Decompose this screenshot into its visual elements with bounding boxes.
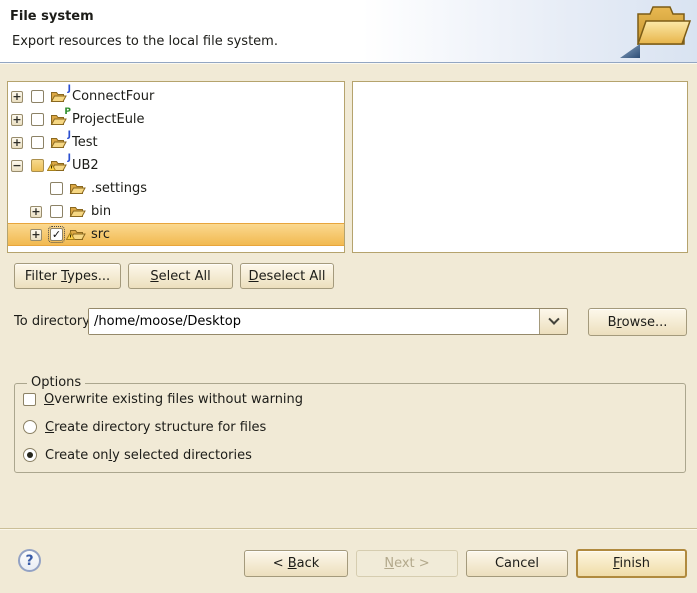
next-button-key: N: [384, 556, 394, 571]
tree-indent: [30, 182, 43, 195]
tree-item-projecteule[interactable]: +PProjectEule: [8, 108, 344, 131]
finish-button[interactable]: Finish: [576, 549, 687, 578]
directory-input[interactable]: [89, 309, 539, 334]
next-button: Next >: [356, 550, 458, 577]
overwrite-label-key: O: [44, 392, 54, 407]
create-selected-label[interactable]: Create only selected directories: [45, 448, 252, 463]
select-all-button[interactable]: Select All: [128, 263, 233, 289]
overwrite-checkbox[interactable]: [23, 393, 36, 406]
filter-types-button-pre: Filter: [25, 269, 61, 284]
expand-icon[interactable]: +: [11, 137, 23, 149]
expand-icon[interactable]: +: [11, 91, 23, 103]
tree-item-label: ProjectEule: [72, 112, 145, 127]
overwrite-label-post: verwrite existing files without warning: [54, 392, 303, 407]
bin-checkbox[interactable]: [50, 205, 63, 218]
overwrite-option-row: Overwrite existing files without warning: [23, 391, 303, 407]
options-group-label: Options: [27, 375, 85, 390]
footer-separator: [0, 528, 697, 529]
collapse-icon[interactable]: −: [11, 160, 23, 172]
expand-icon[interactable]: +: [30, 206, 42, 218]
tree-item-label: src: [91, 227, 110, 242]
tree-item-settings[interactable]: .settings: [8, 177, 344, 200]
tree-item-label: ConnectFour: [72, 89, 154, 104]
java-project-folder-icon: J: [50, 158, 67, 173]
expand-icon[interactable]: +: [30, 229, 42, 241]
projecteule-checkbox[interactable]: [31, 113, 44, 126]
deselect-all-button[interactable]: Deselect All: [240, 263, 334, 289]
tree-item-connectfour[interactable]: +JConnectFour: [8, 85, 344, 108]
java-project-folder-icon: J: [50, 89, 67, 104]
chevron-down-icon: [548, 314, 559, 325]
filter-types-button-post: ypes...: [67, 269, 110, 284]
file-list-panel[interactable]: [352, 81, 688, 253]
tree-item-ub2[interactable]: −JUB2: [8, 154, 344, 177]
create-structure-label-post: reate directory structure for files: [54, 420, 266, 435]
create-selected-label-pre: Create on: [45, 448, 109, 463]
src-checkbox[interactable]: ✓: [50, 228, 63, 241]
cancel-label: Cancel: [495, 556, 539, 571]
project-folder-icon: P: [50, 112, 67, 127]
page-title: File system: [10, 9, 94, 24]
back-button-key: B: [288, 556, 297, 571]
warning-icon: [47, 160, 56, 175]
to-directory-label: To directory:: [14, 308, 93, 335]
filter-types-button[interactable]: Filter Types...: [14, 263, 121, 289]
ub2-checkbox[interactable]: [31, 159, 44, 172]
java-decorator-icon: J: [68, 131, 71, 140]
settings-checkbox[interactable]: [50, 182, 63, 195]
java-decorator-icon: J: [68, 85, 71, 94]
wizard-header: File system Export resources to the loca…: [0, 0, 697, 63]
tree-item-label: .settings: [91, 181, 147, 196]
options-group: Options Overwrite existing files without…: [14, 383, 686, 473]
tree-item-bin[interactable]: + bin: [8, 200, 344, 223]
create-structure-option-row: Create directory structure for files: [23, 419, 266, 435]
back-button[interactable]: < Back: [244, 550, 348, 577]
directory-combo: [88, 308, 568, 335]
resource-tree[interactable]: +JConnectFour+PProjectEule+JTest−JUB2.se…: [7, 81, 345, 253]
browse-button-pre: B: [608, 315, 617, 330]
create-selected-label-post: y selected directories: [112, 448, 252, 463]
browse-button-post: owse...: [622, 315, 668, 330]
overwrite-label[interactable]: Overwrite existing files without warning: [44, 392, 303, 407]
test-checkbox[interactable]: [31, 136, 44, 149]
connectfour-checkbox[interactable]: [31, 90, 44, 103]
back-button-pre: <: [273, 556, 288, 571]
expand-icon[interactable]: +: [11, 114, 23, 126]
tree-item-label: bin: [91, 204, 111, 219]
select-all-button-key: S: [150, 269, 158, 284]
cancel-button[interactable]: Cancel: [466, 550, 568, 577]
tree-item-test[interactable]: +JTest: [8, 131, 344, 154]
select-all-button-post: elect All: [159, 269, 211, 284]
browse-button[interactable]: Browse...: [588, 308, 687, 336]
deselect-all-button-post: eselect All: [259, 269, 326, 284]
create-structure-label-key: C: [45, 420, 54, 435]
folder-icon: [69, 227, 86, 242]
project-decorator-icon: P: [64, 108, 71, 117]
back-button-post: ack: [297, 556, 320, 571]
warning-icon: [66, 229, 75, 244]
create-structure-label[interactable]: Create directory structure for files: [45, 420, 266, 435]
create-structure-radio[interactable]: [23, 420, 37, 434]
finish-button-post: inish: [620, 556, 650, 571]
tree-item-src[interactable]: + ✓ src: [8, 223, 344, 246]
java-project-folder-icon: J: [50, 135, 67, 150]
combo-dropdown-button[interactable]: [539, 309, 567, 334]
next-button-post: ext >: [394, 556, 430, 571]
page-description: Export resources to the local file syste…: [12, 34, 278, 49]
deselect-all-button-key: D: [249, 269, 259, 284]
export-wizard-dialog: File system Export resources to the loca…: [0, 0, 697, 593]
create-selected-option-row: Create only selected directories: [23, 447, 252, 463]
folder-icon: [69, 204, 86, 219]
export-folder-icon: [606, 2, 692, 60]
java-decorator-icon: J: [68, 154, 71, 163]
question-icon: ?: [25, 553, 33, 569]
tree-item-label: UB2: [72, 158, 99, 173]
help-button[interactable]: ?: [18, 549, 41, 572]
create-selected-radio[interactable]: [23, 448, 37, 462]
folder-icon: [69, 181, 86, 196]
tree-item-label: Test: [72, 135, 98, 150]
